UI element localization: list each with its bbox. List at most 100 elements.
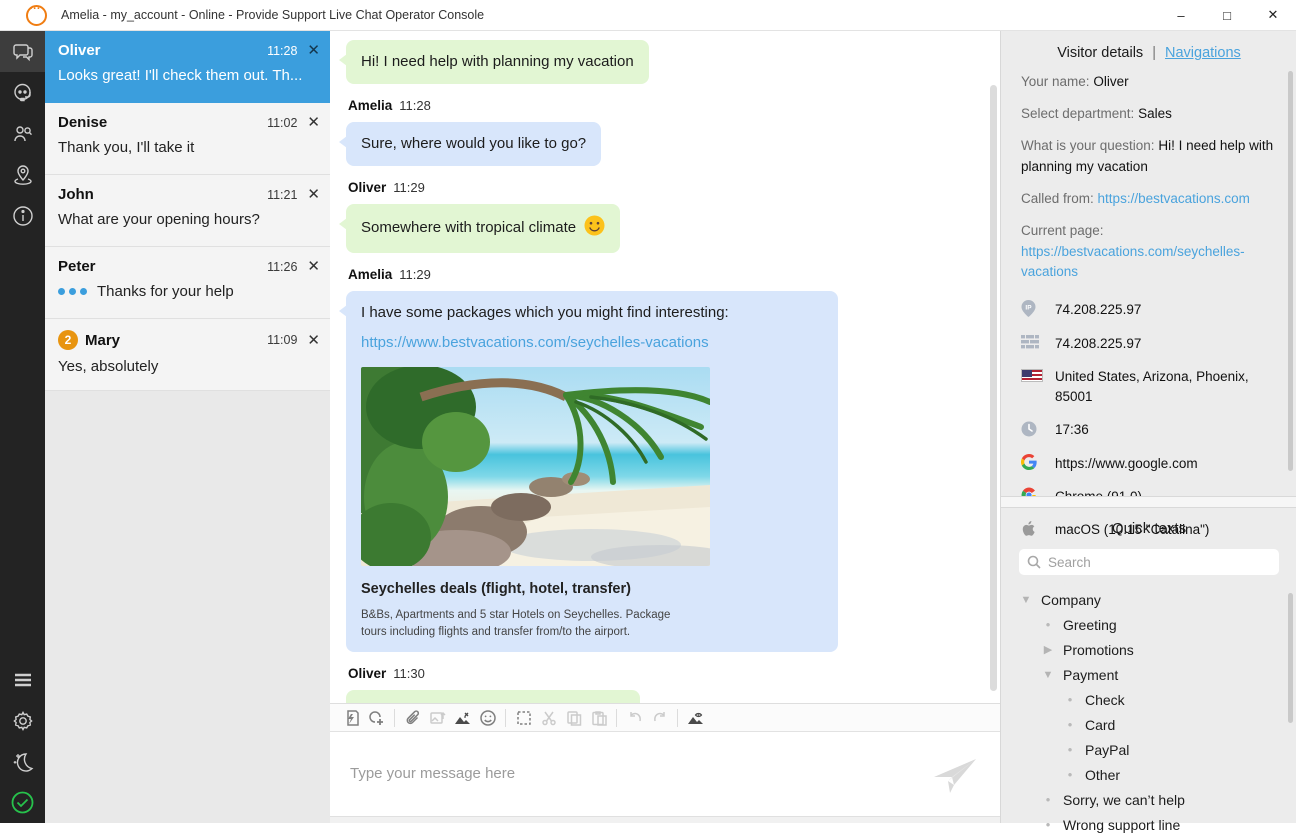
tree-node-company[interactable]: ▼Company <box>1019 587 1279 612</box>
message-history[interactable]: Hi! I need help with planning my vacatio… <box>330 31 1000 703</box>
chat-preview: Thank you, I'll take it <box>58 139 320 156</box>
info-row-location: United States, Arizona, Phoenix, 85001 <box>1021 367 1277 408</box>
visitors-icon[interactable] <box>0 113 45 154</box>
quick-texts-search[interactable] <box>1019 549 1279 575</box>
current-page-link[interactable]: https://bestvacations.com/seychelles-vac… <box>1021 244 1245 280</box>
tree-node-greeting[interactable]: •Greeting <box>1019 612 1279 637</box>
screenshot-capture-icon[interactable] <box>450 707 475 729</box>
redo-icon[interactable] <box>647 707 672 729</box>
typing-indicator-icon <box>58 288 87 295</box>
tree-node-promotions[interactable]: ▶Promotions <box>1019 637 1279 662</box>
visitor-details-scrollbar[interactable] <box>1288 71 1293 471</box>
quick-texts-tree: ▼Company •Greeting ▶Promotions ▼Payment … <box>1019 587 1279 837</box>
chats-icon[interactable] <box>0 31 45 72</box>
field-department: Select department: Sales <box>1021 104 1277 125</box>
minimize-icon[interactable]: – <box>1158 0 1204 30</box>
tree-node-wrong-support-line[interactable]: •Wrong support line <box>1019 812 1279 837</box>
bullet-icon: • <box>1041 817 1055 832</box>
operator-headset-icon[interactable] <box>0 72 45 113</box>
menu-icon[interactable] <box>0 659 45 700</box>
referrer-link[interactable]: https://www.google.com <box>1055 454 1198 474</box>
chat-time: 11:21 <box>267 188 297 202</box>
cut-icon[interactable] <box>536 707 561 729</box>
view-image-icon[interactable] <box>683 707 708 729</box>
collapse-triangle-icon[interactable]: ▼ <box>1041 669 1055 681</box>
seychelles-beach-photo[interactable] <box>361 367 710 566</box>
tree-node-check[interactable]: •Check <box>1019 687 1279 712</box>
close-chat-icon[interactable]: ✕ <box>307 187 320 202</box>
chat-list-item-denise[interactable]: Denise 11:02 ✕ Thank you, I'll take it <box>45 103 330 175</box>
visitor-details-section: Visitor details | Navigations Your name:… <box>1001 31 1296 496</box>
composer-scrollbar[interactable] <box>330 816 1000 823</box>
tree-node-other[interactable]: •Other <box>1019 762 1279 787</box>
quick-text-insert-icon[interactable] <box>339 707 364 729</box>
bullet-icon: • <box>1063 717 1077 732</box>
send-image-icon[interactable] <box>425 707 450 729</box>
field-current-page: Current page: https://bestvacations.com/… <box>1021 221 1277 284</box>
close-chat-icon[interactable]: ✕ <box>307 115 320 130</box>
visitor-name: Denise <box>58 114 107 131</box>
provide-support-logo-icon <box>26 5 47 26</box>
info-row-host: 74.208.225.97 <box>1021 334 1277 354</box>
local-time-clock-icon <box>1021 420 1043 437</box>
settings-gear-icon[interactable] <box>0 700 45 741</box>
chat-preview: Yes, absolutely <box>58 358 320 375</box>
select-area-icon[interactable] <box>511 707 536 729</box>
close-chat-icon[interactable]: ✕ <box>307 259 320 274</box>
visitor-message: Looks great! I'll check them out. Thanks <box>346 690 640 703</box>
tree-node-card[interactable]: •Card <box>1019 712 1279 737</box>
close-icon[interactable]: ✕ <box>1250 0 1296 30</box>
chat-list-item-mary[interactable]: 2 Mary 11:09 ✕ Yes, absolutely <box>45 319 330 391</box>
chat-preview: Thanks for your help <box>58 283 320 300</box>
visitor-panel: Visitor details | Navigations Your name:… <box>1000 31 1296 823</box>
attach-file-icon[interactable] <box>400 707 425 729</box>
paste-icon[interactable] <box>586 707 611 729</box>
message-input[interactable] <box>330 733 930 803</box>
messages-scrollbar[interactable] <box>990 85 997 691</box>
called-from-link[interactable]: https://bestvacations.com <box>1098 191 1250 206</box>
expand-triangle-icon[interactable]: ▶ <box>1041 643 1055 656</box>
chat-preview: Looks great! I'll check them out. Th... <box>58 67 320 84</box>
emoji-icon[interactable] <box>475 707 500 729</box>
google-icon <box>1021 454 1043 471</box>
tab-navigations[interactable]: Navigations <box>1165 45 1241 61</box>
online-status-check-icon[interactable] <box>0 782 45 823</box>
chat-list-item-peter[interactable]: Peter 11:26 ✕ Thanks for your help <box>45 247 330 319</box>
operator-message-with-card: I have some packages which you might fin… <box>346 291 838 652</box>
night-mode-moon-icon[interactable] <box>0 741 45 782</box>
chat-list-item-john[interactable]: John 11:21 ✕ What are your opening hours… <box>45 175 330 247</box>
composer-toolbar <box>330 704 1000 732</box>
chat-list-item-oliver[interactable]: Oliver 11:28 ✕ Looks great! I'll check t… <box>45 31 330 103</box>
maximize-icon[interactable]: □ <box>1204 0 1250 30</box>
tab-visitor-details[interactable]: Visitor details <box>1057 45 1143 61</box>
close-chat-icon[interactable]: ✕ <box>307 333 320 348</box>
message-header: Amelia11:29 <box>348 267 974 282</box>
chat-time: 11:09 <box>267 333 297 347</box>
package-link[interactable]: https://www.bestvacations.com/seychelles… <box>361 332 823 354</box>
bullet-icon: • <box>1041 792 1055 807</box>
tree-node-sorry-we-cant-help[interactable]: •Sorry, we can’t help <box>1019 787 1279 812</box>
visitor-message: Somewhere with tropical climate <box>346 204 620 254</box>
collapse-triangle-icon[interactable]: ▼ <box>1019 594 1033 606</box>
field-your-name: Your name: Oliver <box>1021 72 1277 93</box>
tree-node-payment[interactable]: ▼Payment <box>1019 662 1279 687</box>
copy-icon[interactable] <box>561 707 586 729</box>
bullet-icon: • <box>1063 692 1077 707</box>
close-chat-icon[interactable]: ✕ <box>307 43 320 58</box>
send-paper-plane-icon[interactable] <box>932 755 978 802</box>
undo-icon[interactable] <box>622 707 647 729</box>
navigation-rail <box>0 31 45 823</box>
quick-texts-scrollbar[interactable] <box>1288 593 1293 723</box>
info-icon[interactable] <box>0 195 45 236</box>
search-input[interactable] <box>1048 555 1271 570</box>
info-row-referrer: https://www.google.com <box>1021 454 1277 474</box>
tree-node-paypal[interactable]: •PayPal <box>1019 737 1279 762</box>
conversation-pane: Hi! I need help with planning my vacatio… <box>330 31 1000 823</box>
bullet-icon: • <box>1063 767 1077 782</box>
visitor-message: Hi! I need help with planning my vacatio… <box>346 40 649 84</box>
visitor-name: Peter <box>58 258 96 275</box>
window-title: Amelia - my_account - Online - Provide S… <box>61 8 484 22</box>
info-row-local-time: 17:36 <box>1021 420 1277 440</box>
quick-text-add-icon[interactable] <box>364 707 389 729</box>
geo-location-icon[interactable] <box>0 154 45 195</box>
